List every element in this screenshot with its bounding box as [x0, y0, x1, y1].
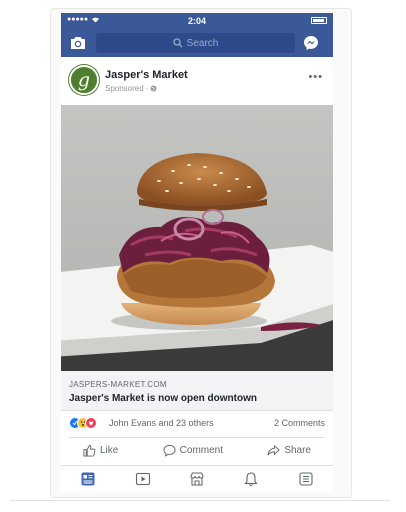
page-avatar[interactable]: g — [69, 65, 99, 95]
menu-icon — [299, 472, 313, 486]
burger-photo — [61, 105, 333, 371]
bottom-tab-bar — [61, 465, 333, 492]
comment-icon — [163, 444, 176, 457]
ad-image-burger[interactable] — [61, 105, 333, 371]
divider — [10, 500, 390, 501]
reaction-icons[interactable] — [69, 417, 103, 429]
share-label: Share — [284, 445, 311, 456]
globe-icon — [150, 85, 157, 92]
sponsored-label: Sponsored · — [105, 84, 157, 93]
search-icon — [173, 38, 183, 48]
page-name-link[interactable]: Jasper's Market — [105, 69, 188, 81]
clock: 2:04 — [187, 16, 206, 26]
camera-button[interactable] — [69, 35, 87, 51]
link-preview[interactable]: JASPERS-MARKET.COM Jasper's Market is no… — [61, 371, 333, 411]
share-button[interactable]: Share — [267, 444, 311, 457]
messenger-button[interactable] — [303, 35, 319, 51]
camera-icon — [71, 37, 85, 49]
comment-button[interactable]: Comment — [163, 444, 223, 457]
more-options-button[interactable]: ••• — [308, 71, 323, 83]
like-button[interactable]: Like — [83, 444, 118, 457]
reactions-row: John Evans and 23 others 2 Comments — [61, 411, 333, 435]
battery-icon — [311, 17, 327, 24]
video-icon — [135, 472, 150, 486]
post-header: g Jasper's Market Sponsored · ••• — [61, 57, 333, 105]
search-input[interactable]: Search — [96, 33, 295, 53]
link-domain: JASPERS-MARKET.COM — [69, 380, 167, 389]
share-icon — [267, 444, 281, 456]
facebook-app-screen: ●●●●● 2:04 Search g Jasper's Market Spon… — [61, 13, 333, 492]
comments-count[interactable]: 2 Comments — [274, 418, 325, 428]
thumbs-up-icon — [83, 444, 96, 457]
notifications-icon — [244, 472, 258, 487]
reaction-summary[interactable]: John Evans and 23 others — [109, 418, 214, 428]
search-placeholder: Search — [186, 37, 219, 49]
tab-news-feed[interactable] — [79, 470, 97, 488]
marketplace-icon — [190, 472, 204, 486]
status-bar: ●●●●● 2:04 — [61, 13, 333, 29]
news-feed-icon — [81, 472, 95, 486]
separator-dot: · — [145, 84, 149, 93]
tab-notifications[interactable] — [242, 470, 260, 488]
top-nav-bar: Search — [61, 29, 333, 57]
link-title[interactable]: Jasper's Market is now open downtown — [69, 393, 257, 404]
comment-label: Comment — [179, 445, 224, 456]
tab-video[interactable] — [134, 470, 152, 488]
tab-menu[interactable] — [297, 470, 315, 488]
sponsored-text: Sponsored — [105, 84, 144, 93]
tab-marketplace[interactable] — [188, 470, 206, 488]
post-actions: Like Comment Share — [69, 437, 325, 463]
messenger-icon — [304, 36, 318, 50]
like-label: Like — [100, 445, 119, 456]
